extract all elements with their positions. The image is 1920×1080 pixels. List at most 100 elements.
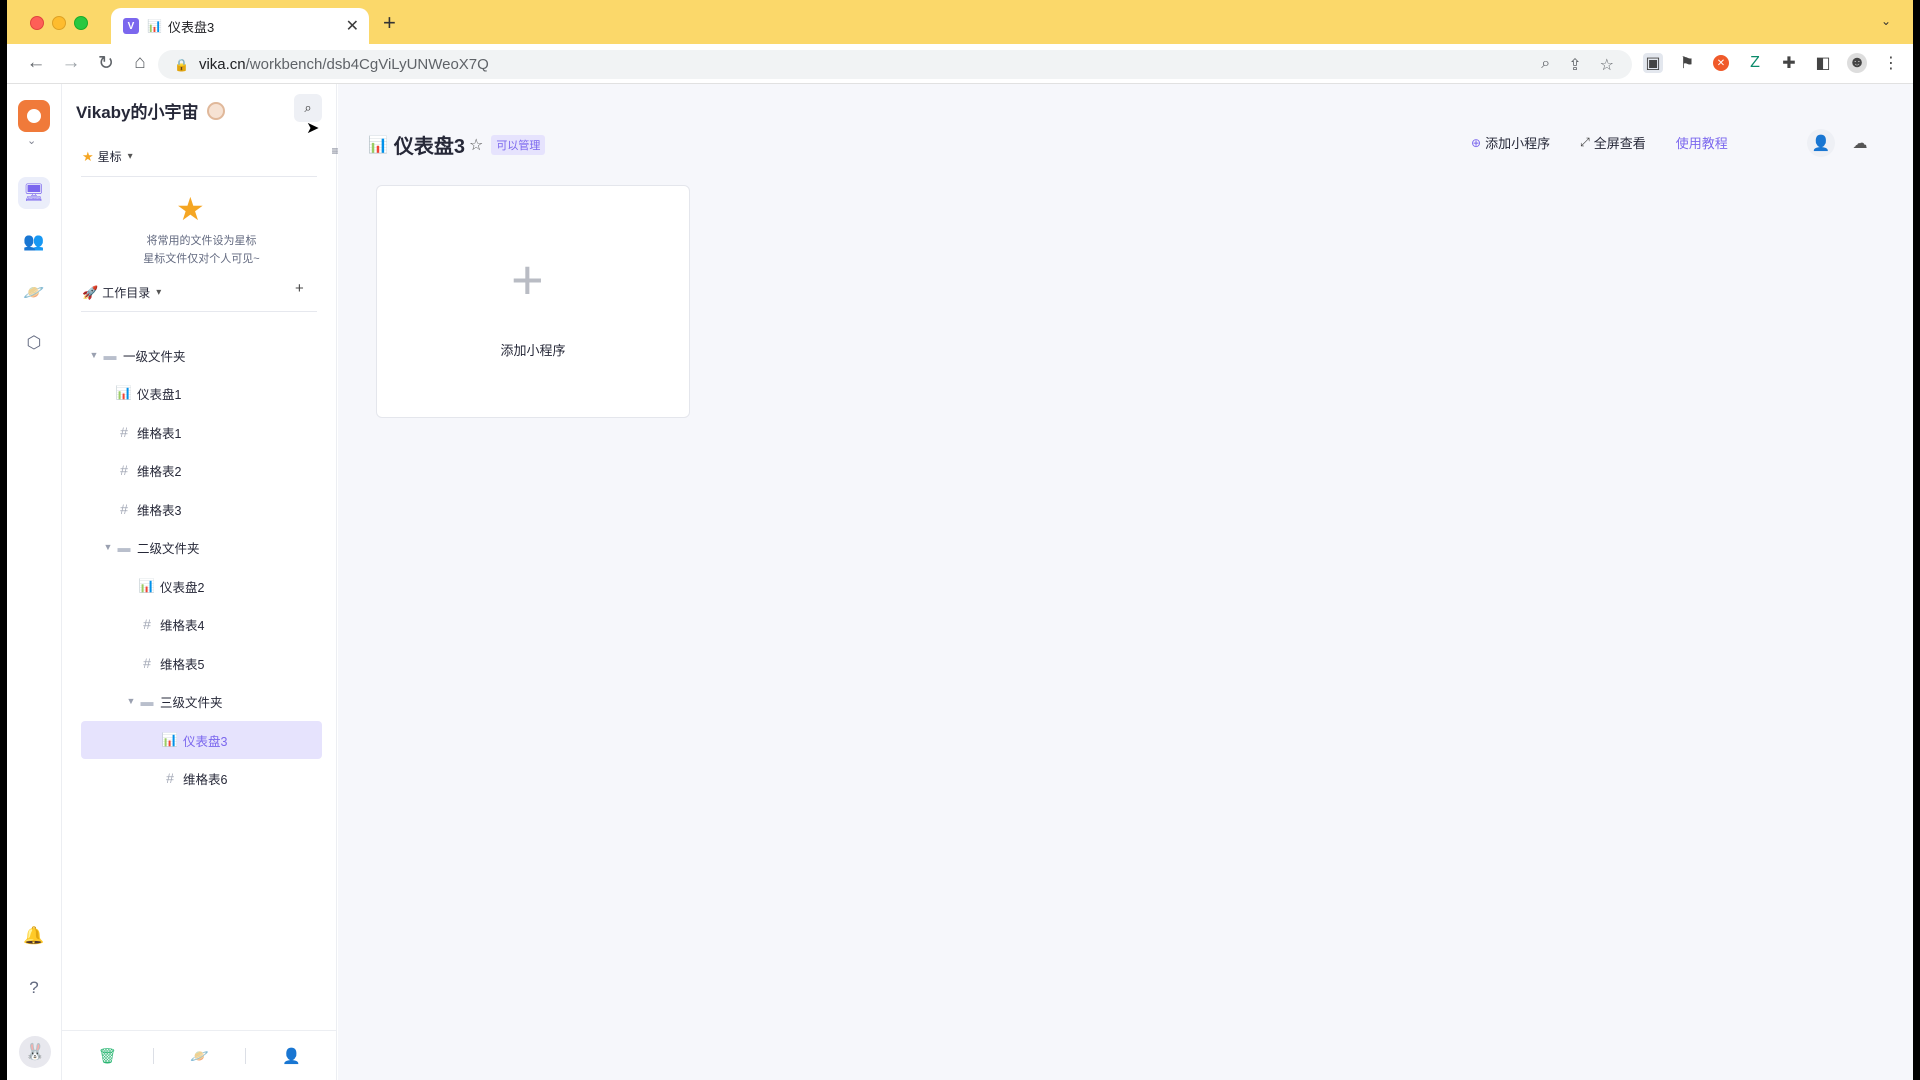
- forward-icon[interactable]: →: [59, 52, 83, 74]
- vika-logo-icon: V: [123, 18, 139, 34]
- tree-node-datasheet[interactable]: # 维格表2: [81, 451, 322, 489]
- browser-tab-active[interactable]: V 📊 仪表盘3 ✕: [111, 8, 369, 44]
- dashboard-header: 📊 仪表盘3 ☆ 可以管理: [368, 130, 546, 159]
- cloud-sync-icon[interactable]: ☁: [1846, 129, 1874, 157]
- trash-icon[interactable]: 🗑: [62, 1047, 153, 1065]
- close-window-button[interactable]: [30, 16, 44, 30]
- tree-node-folder[interactable]: ▼ ▬ 三级文件夹: [81, 682, 322, 720]
- tree-node-dashboard-active[interactable]: 📊 仪表盘3: [81, 721, 322, 759]
- mouse-cursor: ➤: [306, 120, 320, 137]
- bookmark-star-icon[interactable]: ☆: [1600, 55, 1614, 75]
- permission-badge[interactable]: 可以管理: [491, 134, 546, 155]
- settings-icon[interactable]: ⬡: [18, 327, 50, 359]
- tree-node-folder[interactable]: ▼ ▬ 二级文件夹: [81, 528, 322, 566]
- tab-search-button[interactable]: ⌄: [1881, 14, 1891, 28]
- back-icon[interactable]: ←: [24, 52, 48, 74]
- browser-window: V 📊 仪表盘3 ✕ + ⌄ ← → ↻ ⌂ 🔒 vika.cn/workben…: [7, 0, 1913, 1080]
- star-illustration-icon: ★: [176, 191, 205, 227]
- tab-title: 仪表盘3: [167, 19, 215, 35]
- minimize-window-button[interactable]: [52, 16, 66, 30]
- datasheet-icon: #: [120, 462, 128, 478]
- lock-icon: 🔒: [174, 57, 189, 72]
- collaborator-avatar[interactable]: 👤: [1807, 129, 1835, 157]
- add-widget-button[interactable]: ⊕ 添加小程序: [1471, 133, 1550, 152]
- home-icon[interactable]: ⌂: [128, 52, 152, 74]
- tree-node-label: 维格表2: [137, 464, 182, 479]
- starred-section-header[interactable]: ★ 星标 ▾: [82, 148, 133, 165]
- space-badge-icon: [206, 101, 225, 120]
- extension-flag-icon[interactable]: ⚑: [1677, 53, 1697, 73]
- extensions-area: ▣ ⚑ ✕ Z ✚ ◧ ☻ ⋮: [1643, 53, 1901, 73]
- tree-node-label: 仪表盘3: [183, 734, 228, 749]
- notification-icon[interactable]: 🔔: [18, 920, 50, 952]
- members-icon[interactable]: 👥: [18, 226, 50, 258]
- starred-empty-hint-1: 将常用的文件设为星标: [146, 235, 257, 247]
- reload-icon[interactable]: ↻: [94, 52, 118, 75]
- add-widget-card[interactable]: + 添加小程序: [376, 185, 690, 418]
- url-domain: vika.cn: [198, 56, 246, 73]
- tree-node-label: 二级文件夹: [137, 541, 200, 556]
- extension-image-icon[interactable]: ▣: [1643, 53, 1663, 73]
- extensions-puzzle-icon[interactable]: ✚: [1779, 53, 1799, 73]
- folder-icon: ▬: [117, 539, 131, 555]
- planet-icon[interactable]: 🪐: [154, 1047, 245, 1065]
- tree-node-label: 仪表盘1: [137, 387, 182, 402]
- tree-node-datasheet[interactable]: # 维格表5: [81, 644, 322, 682]
- catalog-section-header[interactable]: 🚀 工作目录 ▾: [82, 284, 161, 301]
- tree-node-label: 维格表1: [137, 426, 182, 441]
- maximize-window-button[interactable]: [74, 16, 88, 30]
- extension-z-icon[interactable]: Z: [1745, 53, 1765, 73]
- extension-block-icon[interactable]: ✕: [1713, 55, 1729, 71]
- chevron-down-icon: ▾: [156, 287, 162, 298]
- fullscreen-button[interactable]: ⤢ 全屏查看: [1580, 133, 1646, 152]
- tree-node-label: 维格表4: [160, 618, 205, 633]
- catalog-sidebar: Vikaby的小宇宙 ⌕ ➤ ≡ ★ 星标 ▾ ★ 将常用的文件设为星标 星标文…: [62, 84, 339, 1080]
- share-icon[interactable]: ⇪: [1568, 55, 1581, 75]
- datasheet-icon: #: [120, 424, 128, 440]
- tree-node-dashboard[interactable]: 📊 仪表盘1: [81, 374, 322, 412]
- new-tab-button[interactable]: +: [383, 10, 396, 36]
- caret-down-icon[interactable]: ▼: [87, 350, 101, 360]
- browser-menu-icon[interactable]: ⋮: [1881, 53, 1901, 73]
- dashboard-icon: 📊: [115, 385, 133, 400]
- tree-node-dashboard[interactable]: 📊 仪表盘2: [81, 567, 322, 605]
- divider: [81, 311, 317, 312]
- caret-down-icon[interactable]: ▼: [124, 696, 138, 706]
- sidebar-footer: 🗑 🪐 👤: [62, 1030, 337, 1080]
- tree-node-folder[interactable]: ▼ ▬ 一级文件夹: [81, 336, 322, 374]
- tree-node-label: 三级文件夹: [160, 695, 223, 710]
- close-tab-icon[interactable]: ✕: [346, 16, 359, 36]
- side-panel-icon[interactable]: ◧: [1813, 53, 1833, 73]
- dashboard-icon: 📊: [161, 732, 179, 747]
- help-icon[interactable]: ?: [18, 972, 50, 1004]
- tree-node-datasheet[interactable]: # 维格表1: [81, 413, 322, 451]
- zoom-icon[interactable]: ⌕: [1541, 55, 1550, 75]
- dashboard-icon: 📊: [147, 19, 162, 33]
- address-bar[interactable]: 🔒 vika.cn/workbench/dsb4CgViLyUNWeoX7Q ⌕…: [158, 50, 1632, 79]
- invite-icon[interactable]: 👤: [246, 1047, 337, 1065]
- datasheet-icon: #: [166, 770, 174, 786]
- dashboard-main: 📊 仪表盘3 ☆ 可以管理 ⊕ 添加小程序 ⤢ 全屏查看 使用教程 👤 ☁ + …: [338, 84, 1913, 1080]
- user-avatar[interactable]: 🐰: [19, 1036, 51, 1068]
- star-icon: ★: [82, 148, 94, 164]
- explore-icon[interactable]: 🪐: [18, 277, 50, 309]
- tutorial-link[interactable]: 使用教程: [1676, 133, 1728, 152]
- tree-node-datasheet[interactable]: # 维格表3: [81, 490, 322, 528]
- caret-down-icon[interactable]: ▼: [101, 542, 115, 552]
- profile-avatar-icon[interactable]: ☻: [1847, 53, 1867, 73]
- star-outline-icon[interactable]: ☆: [469, 135, 483, 155]
- workbench-icon[interactable]: 🖥: [18, 177, 50, 209]
- tree-node-label: 维格表5: [160, 657, 205, 672]
- starred-empty-hint-2: 星标文件仅对个人可见~: [143, 253, 260, 265]
- chevron-down-icon[interactable]: ⌄: [27, 134, 36, 147]
- space-logo[interactable]: [18, 100, 50, 132]
- tree-node-datasheet[interactable]: # 维格表4: [81, 605, 322, 643]
- add-node-button[interactable]: +: [295, 280, 304, 297]
- tree-node-datasheet[interactable]: # 维格表6: [81, 759, 322, 797]
- space-title[interactable]: Vikaby的小宇宙: [76, 98, 225, 123]
- plus-circle-icon: ⊕: [1471, 135, 1482, 150]
- add-widget-label: 添加小程序: [1485, 136, 1551, 151]
- plus-icon: +: [511, 248, 544, 311]
- starred-label: 星标: [97, 150, 122, 164]
- page-title[interactable]: 仪表盘3: [394, 130, 465, 159]
